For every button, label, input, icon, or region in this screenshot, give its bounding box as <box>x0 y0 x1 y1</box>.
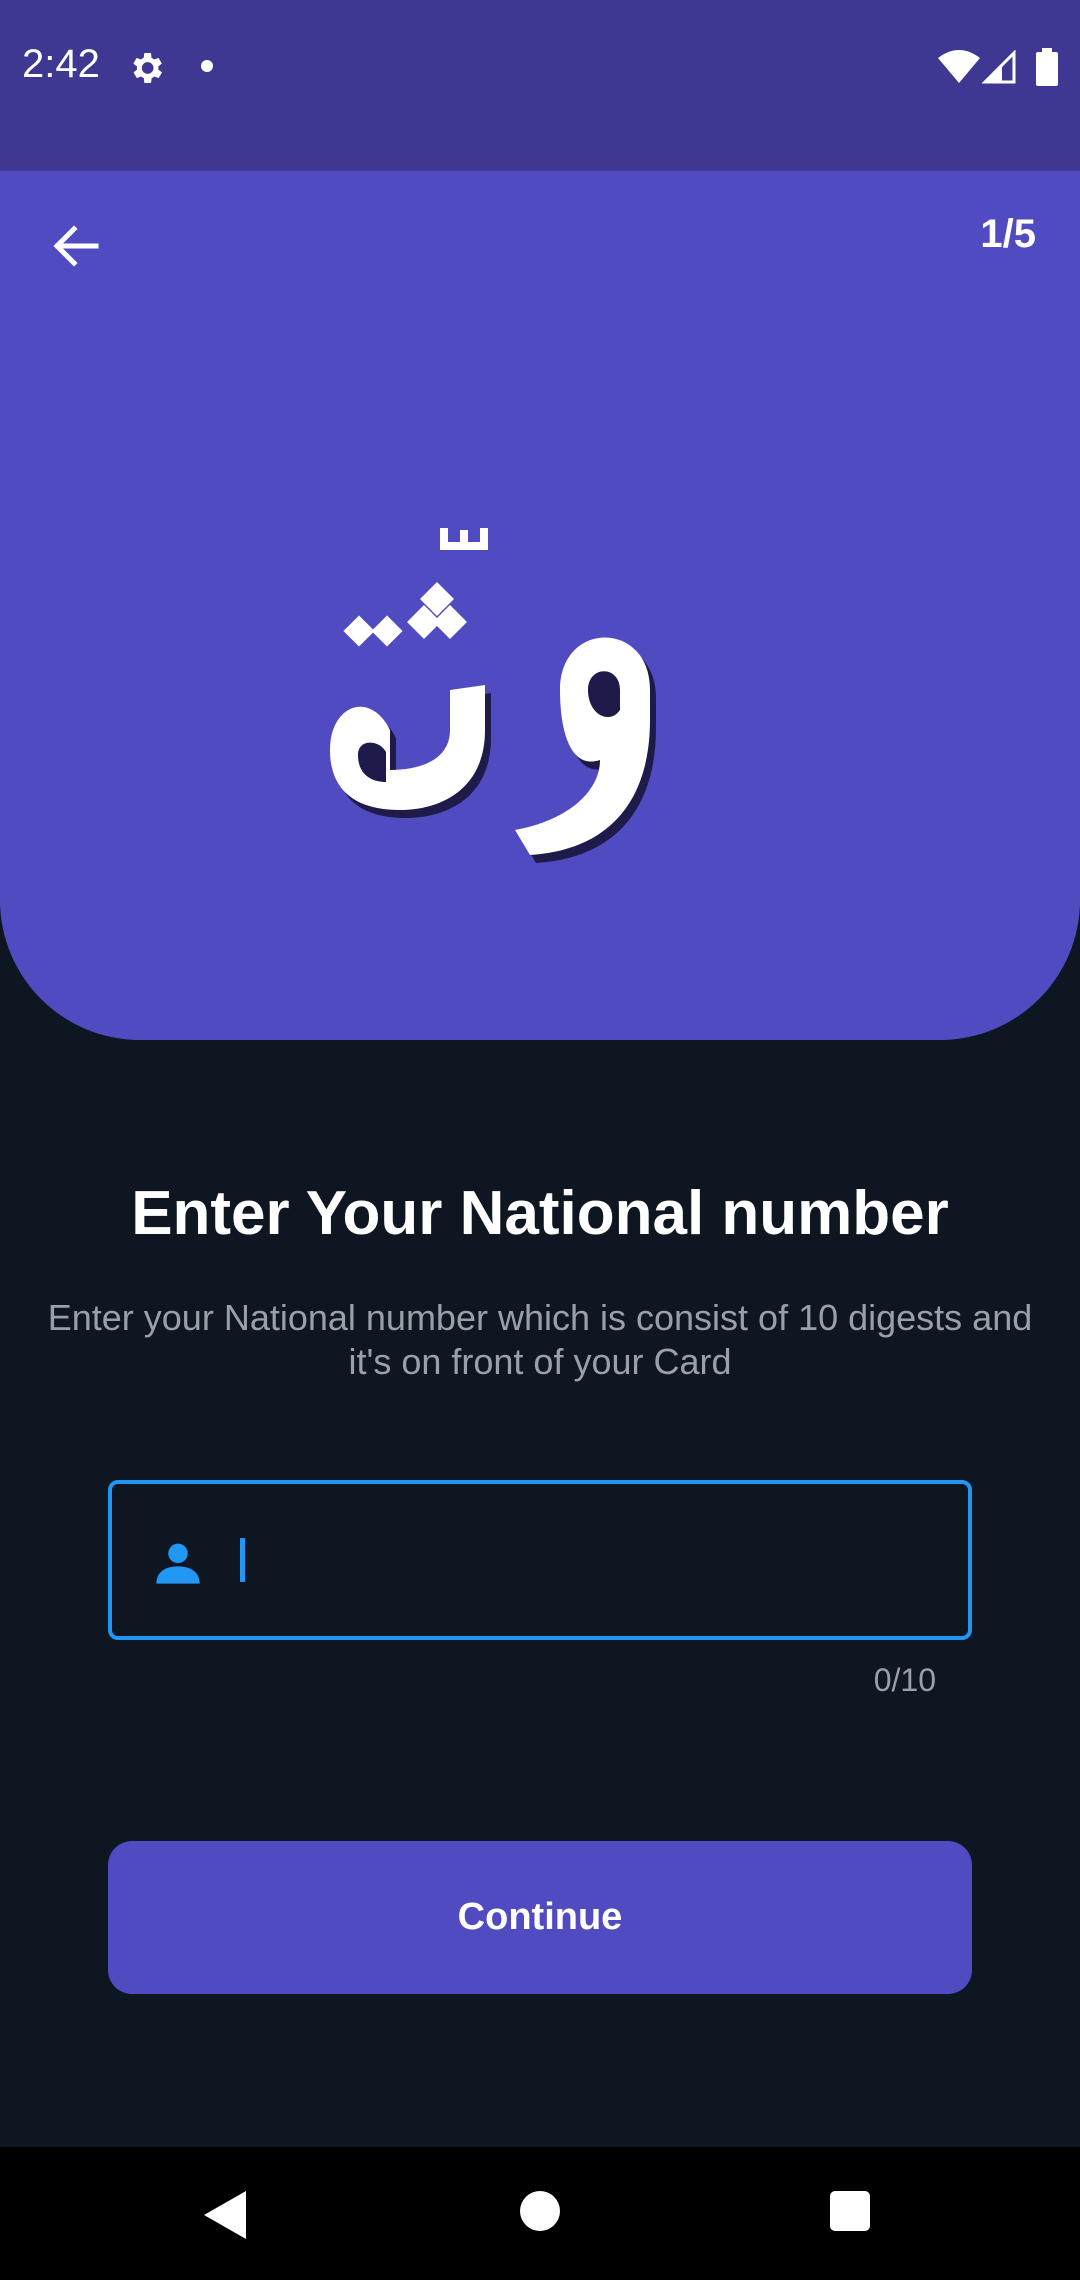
signal-icon <box>982 50 1016 84</box>
status-time: 2:42 <box>22 42 100 86</box>
notification-dot-icon <box>201 60 213 72</box>
back-triangle-icon[interactable] <box>200 2189 248 2241</box>
step-indicator: 1/5 <box>980 212 1036 256</box>
recents-square-icon[interactable] <box>830 2191 870 2231</box>
continue-button[interactable]: Continue <box>108 1841 972 1994</box>
page-subtitle: Enter your National number which is cons… <box>0 1296 1080 1384</box>
status-bar: 2:42 <box>0 0 1080 171</box>
battery-icon <box>1036 48 1058 86</box>
back-button[interactable] <box>44 214 108 278</box>
home-circle-icon[interactable] <box>520 2191 560 2231</box>
page-title: Enter Your National number <box>131 1179 949 1248</box>
arrow-left-icon <box>53 225 99 267</box>
text-cursor <box>240 1538 245 1582</box>
national-number-field[interactable] <box>108 1480 972 1640</box>
character-counter: 0/10 <box>873 1662 936 1698</box>
person-icon <box>156 1543 200 1584</box>
national-number-input[interactable] <box>228 1524 932 1596</box>
wifi-icon <box>938 50 980 83</box>
subtitle-line-2: it's on front of your Card <box>348 1341 732 1382</box>
subtitle-line-1: Enter your National number which is cons… <box>47 1297 1033 1338</box>
app-screen: 2:42 1/5 Enter Your National number Ente… <box>0 0 1080 2280</box>
app-logo <box>330 528 656 863</box>
gear-icon <box>133 53 162 83</box>
navigation-bar <box>0 2147 1080 2280</box>
